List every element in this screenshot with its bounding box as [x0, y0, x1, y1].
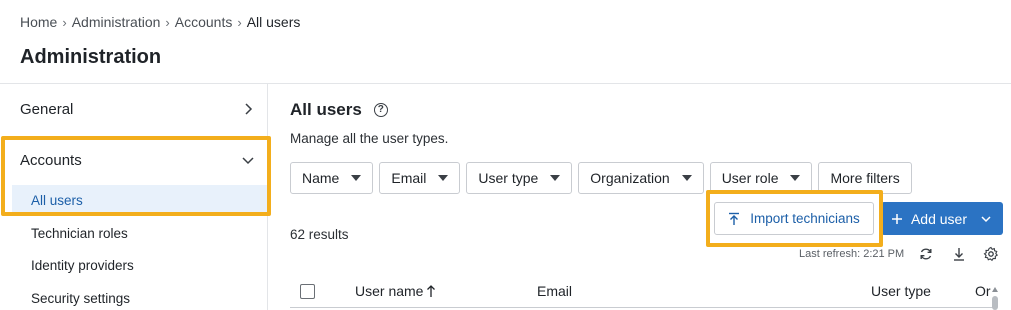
sidebar-section-general[interactable]: General [0, 87, 268, 131]
import-technicians-button[interactable]: Import technicians [714, 202, 874, 235]
filter-email[interactable]: Email [379, 162, 461, 194]
sidebar-item-label: All users [31, 192, 83, 208]
breadcrumb-current: All users [246, 14, 301, 30]
caret-down-icon [351, 175, 362, 181]
breadcrumb-administration[interactable]: Administration [72, 14, 161, 30]
filter-organization[interactable]: Organization [578, 162, 704, 194]
filter-name[interactable]: Name [290, 162, 374, 194]
filter-label: Organization [590, 170, 670, 186]
help-icon[interactable]: ? [373, 103, 388, 117]
sidebar-section-label: General [20, 100, 74, 118]
add-user-label: Add user [910, 210, 968, 227]
filter-label: Email [391, 170, 427, 186]
column-user-name[interactable]: User name [355, 283, 436, 299]
upload-icon [729, 212, 740, 225]
vertical-scrollbar[interactable] [990, 282, 1000, 310]
sidebar: General Accounts All users Technician ro… [0, 84, 268, 310]
sidebar-item-all-users[interactable]: All users [12, 185, 268, 215]
sidebar-item-label: Identity providers [31, 257, 134, 273]
filter-label: Name [302, 170, 340, 186]
caret-down-icon [438, 175, 449, 181]
chevron-right-icon: › [62, 14, 67, 30]
chevron-right-icon: › [165, 14, 170, 30]
sort-ascending-icon [427, 285, 436, 297]
chevron-down-icon [981, 215, 991, 222]
column-label: User type [871, 283, 931, 299]
section-title: All users ? [290, 100, 388, 120]
filter-label: User role [721, 170, 779, 186]
section-subtitle: Manage all the user types. [290, 131, 449, 146]
download-icon[interactable] [951, 246, 967, 262]
caret-down-icon [550, 175, 561, 181]
add-user-button[interactable]: Add user [881, 202, 1003, 235]
breadcrumb-accounts[interactable]: Accounts [175, 14, 233, 30]
sidebar-section-accounts[interactable]: Accounts [0, 138, 268, 182]
page-title: Administration [20, 46, 162, 68]
plus-icon [891, 213, 902, 224]
caret-down-icon [790, 175, 801, 181]
column-user-type[interactable]: User type [871, 283, 931, 299]
last-refresh-text: Last refresh: 2:21 PM [799, 248, 905, 260]
column-label: Or [975, 283, 991, 299]
select-all-checkbox[interactable] [300, 284, 315, 299]
column-label: Email [537, 283, 573, 299]
breadcrumb-home[interactable]: Home [20, 14, 57, 30]
more-filters-button[interactable]: More filters [818, 162, 912, 194]
column-organization[interactable]: Or [975, 283, 991, 299]
refresh-icon[interactable] [918, 246, 934, 262]
table-header: User name Email User type Or [290, 279, 991, 305]
filter-user-role[interactable]: User role [709, 162, 813, 194]
gear-icon[interactable] [983, 246, 999, 262]
filter-user-type[interactable]: User type [466, 162, 573, 194]
results-count: 62 results [290, 227, 349, 242]
column-email[interactable]: Email [537, 283, 572, 299]
sidebar-section-label: Accounts [20, 151, 82, 169]
sidebar-item-technician-roles[interactable]: Technician roles [12, 218, 268, 248]
more-filters-label: More filters [830, 170, 900, 186]
chevron-right-icon: › [237, 14, 242, 30]
section-title-text: All users [290, 100, 362, 119]
chevron-right-icon [245, 103, 253, 115]
sidebar-item-label: Security settings [31, 290, 131, 306]
filter-label: User type [478, 170, 539, 186]
column-label: User name [355, 283, 424, 299]
caret-down-icon [681, 175, 692, 181]
chevron-down-icon [242, 157, 254, 165]
sidebar-item-identity-providers[interactable]: Identity providers [12, 250, 268, 280]
table-header-divider [290, 307, 993, 308]
filter-bar: Name Email User type Organization User r… [290, 162, 912, 194]
breadcrumb: Home › Administration › Accounts › All u… [20, 14, 300, 30]
import-technicians-label: Import technicians [750, 211, 860, 226]
sidebar-item-label: Technician roles [31, 225, 128, 241]
sidebar-item-security-settings[interactable]: Security settings [12, 283, 268, 310]
